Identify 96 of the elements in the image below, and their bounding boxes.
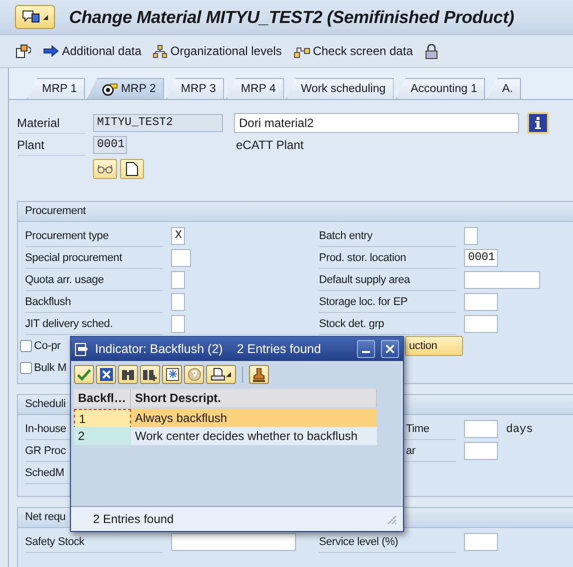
field-label: Procurement type — [25, 226, 163, 246]
input-field[interactable] — [171, 271, 185, 289]
tab[interactable]: MRP 4 — [226, 78, 284, 99]
glasses-button[interactable] — [93, 159, 117, 179]
input-field[interactable] — [464, 442, 498, 460]
dropdown-icon — [226, 372, 231, 377]
confirm-button[interactable] — [74, 365, 94, 384]
binoculars-icon — [121, 368, 135, 381]
field-label: Backflush — [25, 292, 163, 312]
unit-label: days — [506, 422, 533, 436]
printer-icon — [211, 368, 225, 381]
dropdown-icon — [43, 14, 48, 20]
tab[interactable]: MRP 1 — [27, 78, 85, 99]
table-cell: Always backflush — [131, 409, 377, 429]
help-button[interactable] — [184, 365, 204, 384]
find-next-button[interactable] — [140, 365, 160, 384]
minimize-button[interactable] — [357, 340, 375, 358]
input-field[interactable] — [464, 420, 498, 438]
field-label: Material — [17, 112, 85, 134]
help-icon — [188, 368, 200, 381]
info-icon — [535, 117, 541, 129]
input-field[interactable] — [464, 227, 478, 245]
field-label: Quota arr. usage — [25, 270, 163, 290]
stamp-button[interactable] — [249, 365, 269, 384]
column-header[interactable]: Short Descript. — [131, 389, 377, 407]
checkbox-label: Bulk M — [34, 362, 66, 374]
input-field[interactable]: X — [171, 227, 185, 245]
input-field[interactable] — [464, 293, 498, 311]
status-icon — [102, 82, 118, 96]
column-header[interactable]: Backfl… — [74, 389, 131, 407]
dialog-title: Indicator: Backflush (2) — [95, 342, 223, 356]
field-label: Plant — [17, 134, 85, 156]
tab[interactable]: MRP 3 — [166, 78, 224, 99]
stamp-icon — [253, 368, 265, 382]
sparkle-button[interactable] — [162, 365, 182, 384]
dialog-icon — [75, 342, 89, 356]
table-cell: Work center decides whether to backflush — [131, 427, 377, 445]
input-field[interactable] — [464, 533, 498, 551]
close-button[interactable] — [381, 340, 399, 358]
input-field[interactable] — [464, 315, 498, 333]
field-label: Special procurement — [25, 248, 163, 268]
field-label: Stock det. grp — [319, 314, 456, 334]
toolbar-button[interactable]: Organizational levels — [153, 44, 282, 58]
dialog-count: 2 Entries found — [236, 342, 322, 356]
speech-bubble-icon — [22, 10, 40, 24]
document-icon — [126, 162, 138, 176]
input-field[interactable] — [171, 293, 185, 311]
hierarchy-icon — [153, 44, 168, 58]
tab[interactable]: A. — [487, 78, 521, 99]
window-title: Change Material MITYU_TEST2 (Semifinished Product) — [69, 6, 514, 28]
toolbar-button[interactable]: Check screen data — [294, 44, 413, 58]
field-label: JIT delivery sched. — [25, 314, 163, 334]
field-label: Default supply area — [319, 270, 456, 290]
input-field[interactable] — [171, 315, 185, 333]
table-row[interactable]: 1 Always backflush — [74, 409, 377, 427]
checkbox[interactable] — [20, 340, 32, 352]
glasses-icon — [97, 164, 113, 174]
section-title: Procurement — [18, 202, 573, 222]
status-text: 2 Entries found — [93, 512, 174, 526]
table-cell: 1 — [74, 409, 131, 429]
document-button[interactable] — [120, 159, 144, 179]
sparkle-icon — [166, 368, 178, 381]
lock-icon[interactable] — [424, 44, 438, 58]
input-field[interactable] — [171, 533, 296, 551]
field-label: Storage loc. for EP — [319, 292, 456, 312]
table-cell: 2 — [74, 427, 131, 445]
tab[interactable]: Accounting 1 — [396, 78, 486, 99]
tab[interactable]: Work scheduling — [286, 78, 394, 99]
field-label: Batch entry — [319, 226, 456, 246]
info-button[interactable] — [527, 112, 549, 134]
tab[interactable]: MRP 2 — [86, 78, 164, 99]
switch-view-icon[interactable] — [16, 44, 31, 58]
input-field[interactable] — [171, 249, 191, 267]
close-icon — [386, 345, 394, 353]
check-screen-icon — [294, 44, 310, 58]
resize-grip-icon — [385, 513, 397, 525]
plant-description: eCATT Plant — [235, 138, 305, 152]
description-field[interactable]: Dori material2 — [234, 113, 519, 133]
table-row[interactable]: 2 Work center decides whether to backflush — [74, 427, 377, 445]
print-button[interactable] — [206, 365, 236, 384]
action-button[interactable]: uction — [405, 336, 463, 356]
binoculars-plus-icon — [143, 368, 157, 381]
input-field[interactable]: 0001 — [93, 136, 127, 154]
cancel-button[interactable] — [96, 365, 116, 384]
checkbox-label: Co-pr — [34, 340, 61, 352]
checkbox[interactable] — [20, 362, 32, 374]
input-field[interactable]: MITYU_TEST2 — [93, 114, 223, 132]
menu-button[interactable] — [15, 5, 55, 29]
arrow-icon — [43, 45, 59, 57]
cancel-icon — [100, 368, 112, 381]
checkmark-icon — [77, 368, 91, 380]
toolbar-button[interactable]: Additional data — [43, 44, 142, 58]
field-label: Prod. stor. location — [319, 248, 456, 268]
input-field[interactable] — [464, 271, 540, 289]
binoculars-button[interactable] — [118, 365, 138, 384]
input-field[interactable]: 0001 — [464, 249, 498, 267]
